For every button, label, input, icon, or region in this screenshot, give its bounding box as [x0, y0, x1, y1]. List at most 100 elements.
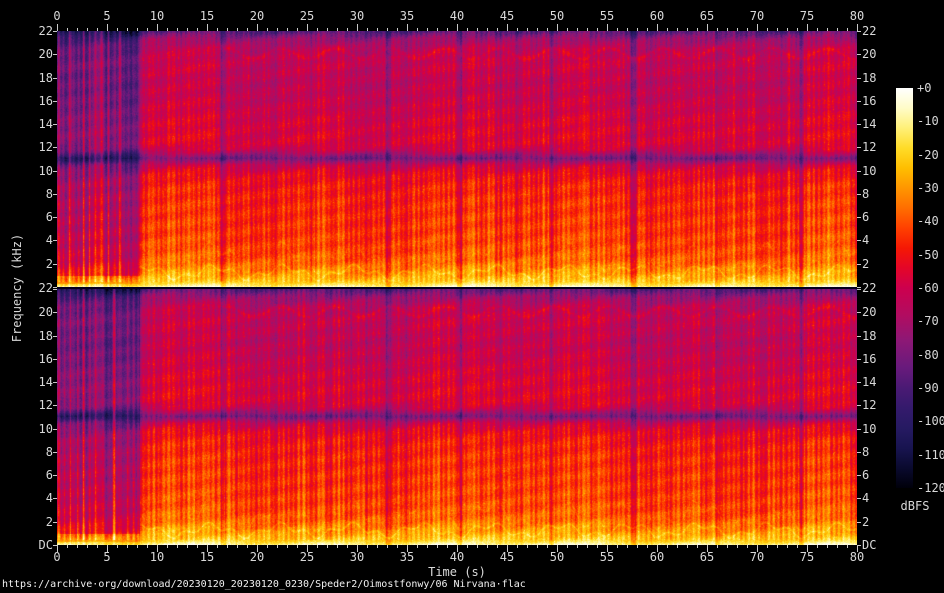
y-tick-left — [53, 429, 57, 430]
y-tick-right — [857, 287, 861, 288]
x-tick-label-top: 60 — [649, 9, 665, 23]
x-minor-tick-top — [137, 28, 138, 31]
colorbar-tick-label: -100 — [917, 414, 944, 428]
x-minor-tick-bottom — [677, 545, 678, 548]
x-minor-tick-top — [87, 28, 88, 31]
x-minor-tick-top — [817, 28, 818, 31]
x-minor-tick-bottom — [287, 545, 288, 548]
x-tick-label-top: 0 — [53, 9, 61, 23]
y-tick-label-right: 20 — [862, 47, 877, 61]
x-minor-tick-top — [547, 28, 548, 31]
x-minor-tick-bottom — [417, 545, 418, 548]
y-tick-right — [857, 475, 861, 476]
x-minor-tick-top — [317, 28, 318, 31]
x-major-tick-bottom — [207, 545, 208, 552]
y-tick-right — [857, 498, 861, 499]
x-minor-tick-top — [847, 28, 848, 31]
x-minor-tick-bottom — [327, 545, 328, 548]
x-minor-tick-top — [487, 28, 488, 31]
y-tick-right — [857, 452, 861, 453]
x-minor-tick-top — [617, 28, 618, 31]
x-minor-tick-bottom — [797, 545, 798, 548]
x-minor-tick-top — [377, 28, 378, 31]
x-tick-label-top: 55 — [599, 9, 615, 23]
x-major-tick-top — [707, 24, 708, 31]
x-tick-label-bottom: 75 — [799, 550, 815, 564]
x-tick-label-top: 20 — [249, 9, 265, 23]
y-tick-left — [53, 452, 57, 453]
x-minor-tick-bottom — [347, 545, 348, 548]
y-tick-label-right: 18 — [862, 329, 877, 343]
x-minor-tick-bottom — [547, 545, 548, 548]
x-minor-tick-top — [437, 28, 438, 31]
x-minor-tick-top — [67, 28, 68, 31]
colorbar-tick-label: -90 — [917, 381, 939, 395]
x-tick-label-top: 10 — [149, 9, 165, 23]
x-major-tick-top — [57, 24, 58, 31]
y-tick-label-right: 18 — [862, 71, 877, 85]
y-tick-right — [857, 31, 861, 32]
x-tick-label-top: 80 — [849, 9, 865, 23]
x-minor-tick-bottom — [337, 545, 338, 548]
x-minor-tick-bottom — [67, 545, 68, 548]
x-major-tick-bottom — [607, 545, 608, 552]
x-minor-tick-bottom — [447, 545, 448, 548]
x-minor-tick-bottom — [737, 545, 738, 548]
y-tick-label-left: 2 — [45, 515, 53, 529]
y-tick-right — [857, 240, 861, 241]
x-minor-tick-top — [777, 28, 778, 31]
y-tick-label-left: 4 — [45, 233, 53, 247]
x-major-tick-bottom — [307, 545, 308, 552]
x-minor-tick-bottom — [637, 545, 638, 548]
y-tick-label-left: 12 — [38, 140, 53, 154]
y-tick-right — [857, 217, 861, 218]
x-minor-tick-bottom — [617, 545, 618, 548]
x-minor-tick-top — [627, 28, 628, 31]
x-minor-tick-top — [747, 28, 748, 31]
x-minor-tick-bottom — [97, 545, 98, 548]
x-minor-tick-top — [477, 28, 478, 31]
x-minor-tick-top — [497, 28, 498, 31]
x-minor-tick-bottom — [277, 545, 278, 548]
x-minor-tick-top — [637, 28, 638, 31]
x-minor-tick-bottom — [187, 545, 188, 548]
x-tick-label-top: 25 — [299, 9, 315, 23]
x-minor-tick-bottom — [227, 545, 228, 548]
x-tick-label-top: 40 — [449, 9, 465, 23]
x-minor-tick-top — [327, 28, 328, 31]
x-tick-label-bottom: 40 — [449, 550, 465, 564]
x-tick-label-bottom: 45 — [499, 550, 515, 564]
y-tick-label-left: 6 — [45, 468, 53, 482]
spectrogram-channel-1 — [57, 31, 857, 287]
x-minor-tick-bottom — [577, 545, 578, 548]
y-tick-right — [857, 405, 861, 406]
x-minor-tick-top — [577, 28, 578, 31]
y-tick-label-left: 18 — [38, 71, 53, 85]
y-tick-right — [857, 171, 861, 172]
x-major-tick-bottom — [557, 545, 558, 552]
y-tick-label-right: 14 — [862, 117, 877, 131]
x-minor-tick-bottom — [297, 545, 298, 548]
colorbar-tick-label: -80 — [917, 348, 939, 362]
colorbar-tick-label: -120 — [917, 481, 944, 495]
x-tick-label-top: 65 — [699, 9, 715, 23]
x-minor-tick-top — [277, 28, 278, 31]
y-tick-left — [53, 194, 57, 195]
y-tick-label-left: 14 — [38, 375, 53, 389]
y-tick-right — [857, 101, 861, 102]
x-minor-tick-bottom — [727, 545, 728, 548]
x-minor-tick-bottom — [397, 545, 398, 548]
x-minor-tick-bottom — [537, 545, 538, 548]
x-minor-tick-bottom — [147, 545, 148, 548]
x-minor-tick-top — [117, 28, 118, 31]
x-minor-tick-top — [467, 28, 468, 31]
y-tick-label-right: 6 — [862, 210, 870, 224]
spectrogram-channel-2 — [57, 289, 857, 545]
x-tick-label-bottom: 15 — [199, 550, 215, 564]
colorbar-tick-label: -60 — [917, 281, 939, 295]
y-tick-left — [53, 240, 57, 241]
y-tick-label-right: 8 — [862, 445, 870, 459]
y-tick-left — [53, 545, 57, 546]
x-major-tick-bottom — [807, 545, 808, 552]
y-tick-label-left: 6 — [45, 210, 53, 224]
